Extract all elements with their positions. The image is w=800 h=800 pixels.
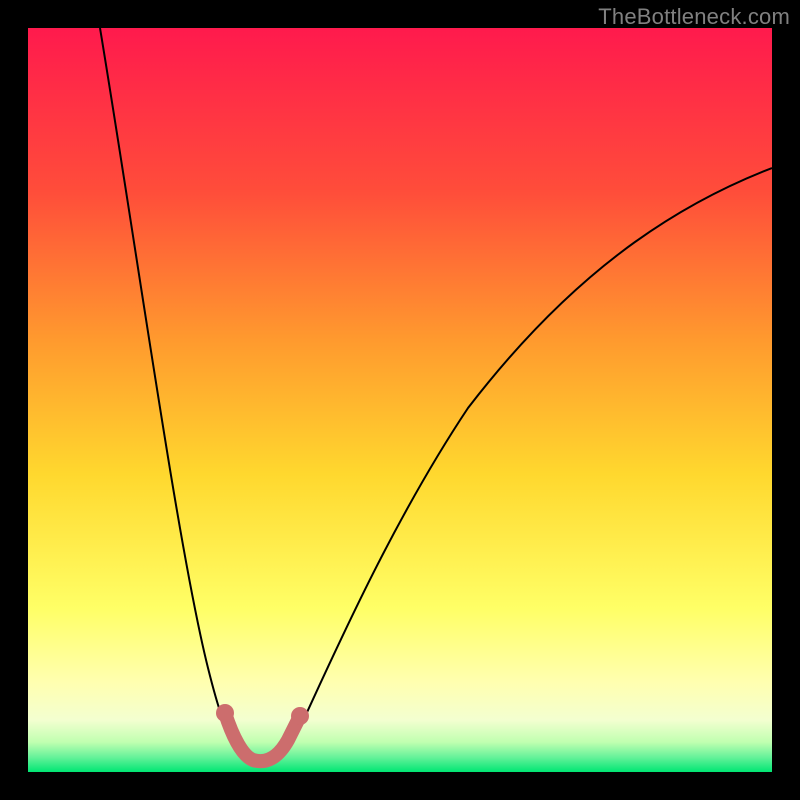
optimum-marker-end — [291, 707, 309, 725]
plot-svg — [28, 28, 772, 772]
optimum-marker-start — [216, 704, 234, 722]
watermark-text: TheBottleneck.com — [598, 4, 790, 30]
plot-frame — [28, 28, 772, 772]
gradient-background — [28, 28, 772, 772]
